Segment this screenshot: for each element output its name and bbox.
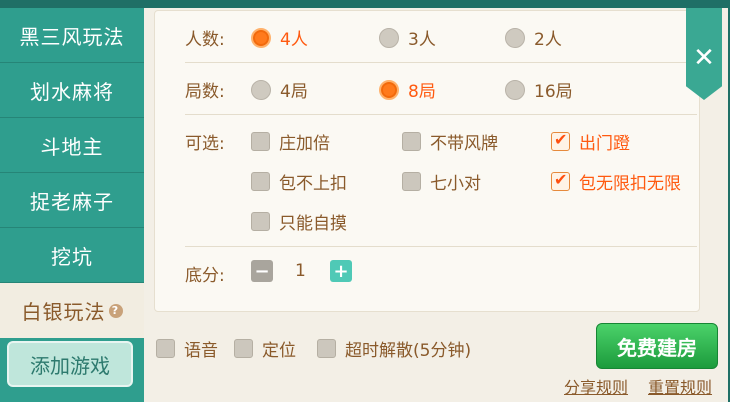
help-icon[interactable]: ? [108,303,123,318]
option-location[interactable]: 定位 [234,336,296,361]
radio-icon [505,79,525,100]
base-score-label: 底分: [185,266,225,286]
create-room-button[interactable]: 免费建房 [596,323,718,369]
rules-card: 人数: 4人 3人 2人 局数: 4局 8局 16局 可选: 庄加倍 不带风牌 … [154,10,700,312]
option-chumendeng[interactable]: 出门蹬 [551,129,630,154]
reset-rules-link[interactable]: 重置规则 [648,374,712,398]
base-score-row: 底分: [185,261,231,286]
checkbox-checked-icon [551,130,570,151]
sidebar-item-label: 白银玩法 [21,300,106,324]
checkbox-icon [251,132,270,151]
players-option-4[interactable]: 4人 [251,25,308,50]
checkbox-checked-icon [551,170,570,191]
players-label: 人数: [185,30,225,50]
option-baowuxian[interactable]: 包无限扣无限 [551,169,681,194]
option-voice[interactable]: 语音 [156,336,218,361]
option-label: 出门蹬 [579,134,630,154]
divider [185,114,697,115]
decrease-button[interactable]: − [251,260,273,282]
option-label: 庄加倍 [279,134,330,154]
option-label: 只能自摸 [279,214,347,234]
option-label: 超时解散(5分钟) [345,341,472,361]
option-label: 不带风牌 [430,134,498,154]
checkbox-icon [317,339,336,358]
divider [185,246,697,247]
option-label: 语音 [184,341,218,361]
option-label: 3人 [408,30,436,50]
option-qixiaodui[interactable]: 七小对 [402,169,481,194]
option-bubushangkou[interactable]: 包不上扣 [251,169,347,194]
checkbox-icon [251,172,270,191]
sidebar-item-doudizhu[interactable]: 斗地主 [0,118,144,173]
option-label: 七小对 [430,174,481,194]
option-label: 包不上扣 [279,174,347,194]
option-label: 8局 [408,82,436,102]
option-label: 16局 [534,82,573,102]
checkbox-icon [251,212,270,231]
radio-selected-icon [251,27,271,48]
players-option-2[interactable]: 2人 [505,25,562,50]
optional-label: 可选: [185,134,225,154]
base-score-value: 1 [295,261,306,281]
radio-selected-icon [379,79,399,100]
rounds-option-4[interactable]: 4局 [251,77,308,102]
radio-icon [379,27,399,48]
increase-button[interactable]: + [330,260,352,282]
share-rules-link[interactable]: 分享规则 [564,374,628,398]
option-zhinengzimo[interactable]: 只能自摸 [251,209,347,234]
option-label: 4局 [280,82,308,102]
add-game-button[interactable]: 添加游戏 [7,341,133,387]
checkbox-icon [156,339,175,358]
checkbox-icon [402,172,421,191]
sidebar-item-baiyin[interactable]: 白银玩法 ? [0,283,144,338]
close-icon: ✕ [693,43,715,73]
divider [185,62,697,63]
rounds-row: 局数: [185,77,231,102]
optional-row: 可选: [185,129,231,154]
option-zhuangjiabei[interactable]: 庄加倍 [251,129,330,154]
sidebar-item-heisanfeng[interactable]: 黑三风玩法 [0,8,144,63]
radio-icon [505,27,525,48]
option-label: 包无限扣无限 [579,174,681,194]
option-label: 定位 [262,341,296,361]
sidebar-item-huashui[interactable]: 划水麻将 [0,63,144,118]
players-row: 人数: [185,25,231,50]
rounds-option-16[interactable]: 16局 [505,77,573,102]
sidebar-item-zhuolaomazi[interactable]: 捉老麻子 [0,173,144,228]
checkbox-icon [234,339,253,358]
option-label: 2人 [534,30,562,50]
option-label: 4人 [280,30,308,50]
players-option-3[interactable]: 3人 [379,25,436,50]
rounds-option-8[interactable]: 8局 [379,77,436,102]
close-button[interactable]: ✕ [686,8,722,100]
rules-panel: 人数: 4人 3人 2人 局数: 4局 8局 16局 可选: 庄加倍 不带风牌 … [144,8,728,402]
radio-icon [251,79,271,100]
option-timeout-dissolve[interactable]: 超时解散(5分钟) [317,336,471,361]
checkbox-icon [402,132,421,151]
sidebar-item-wakeng[interactable]: 挖坑 [0,228,144,283]
rounds-label: 局数: [185,82,225,102]
option-budaifengpai[interactable]: 不带风牌 [402,129,498,154]
